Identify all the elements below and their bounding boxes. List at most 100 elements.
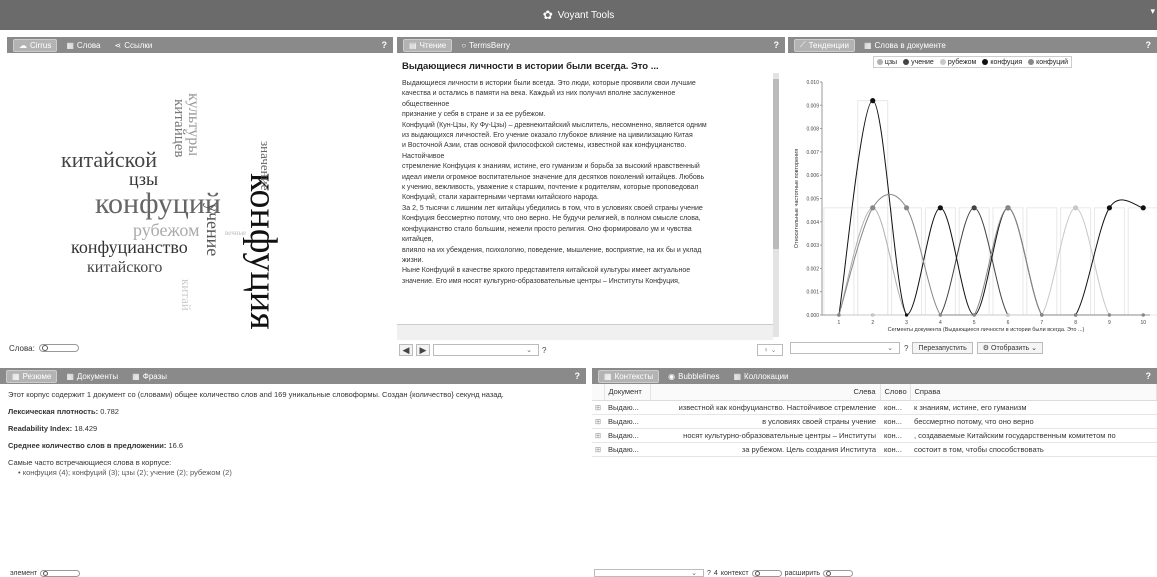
cloud-word[interactable]: рубежом [133,220,199,240]
table-row[interactable]: ⊞ Выдаю... известной как конфуцианство. … [592,400,1157,415]
tab-label: Контексты [614,371,654,381]
tab-phrases[interactable]: ▦ Фразы [127,370,172,383]
context-slider[interactable] [751,569,782,577]
cell-word: кон... [880,414,910,429]
column-header-left[interactable]: Слева [650,384,881,401]
expand-icon[interactable]: ⊞ [592,428,604,443]
help-button[interactable]: ? [1146,40,1152,50]
cloud-word[interactable]: китайского [87,259,162,276]
display-button[interactable]: ⚙ Отобразить ⌄ [976,342,1043,354]
search-select[interactable]: ⌄ [433,344,539,356]
prev-button[interactable]: ◀ [399,344,413,356]
expand-slider[interactable] [823,569,854,577]
tab-doc-words[interactable]: ▦ Слова в документе [859,39,951,52]
search-select[interactable]: ⌄ [594,569,704,577]
table-header-row: Документ Слева Слово Справа [592,384,1157,401]
tab-documents[interactable]: ▦ Документы [61,370,123,383]
slider-knob[interactable] [754,570,760,576]
help-button[interactable]: ? [382,40,388,50]
y-tick-label: 0.005 [806,197,819,203]
menu-dots-icon[interactable]: ▾ [1150,6,1155,17]
reader-body: Выдающиеся личности в истории были всегд… [397,53,785,340]
word-cloud-svg: конфуция конфуций китайской конфуцианств… [61,93,284,330]
slider-knob[interactable] [826,570,832,576]
cloud-word[interactable]: конфуция [242,173,284,330]
legend-label: конфуций [1036,58,1069,66]
tab-termsberry[interactable]: ○ TermsBerry [456,39,515,52]
help-button[interactable]: ? [774,40,780,50]
y-tick-label: 0.010 [806,80,819,86]
tab-cirrus[interactable]: ☁ Cirrus [13,38,58,52]
items-slider[interactable] [40,569,81,577]
cloud-word[interactable]: китайцев [171,99,187,158]
circle-icon: ○ [461,40,467,50]
x-tick-label: 10 [1140,320,1146,326]
table-row[interactable]: ⊞ Выдаю... носят культурно-образовательн… [592,428,1157,443]
cloud-word[interactable]: цзы [129,169,158,189]
slider-knob[interactable] [43,570,49,576]
cloud-icon: ☁ [19,40,27,50]
table-icon: ▦ [604,371,612,381]
help-button[interactable]: ? [542,346,546,355]
data-point [903,205,910,211]
column-header-word[interactable]: Слово [880,384,911,401]
legend-item[interactable]: конфуций [1028,59,1068,66]
frequent-words[interactable]: конфуция (4); конфуций (3); цзы (2); уче… [18,468,578,478]
table-row[interactable]: ⊞ Выдаю... за рубежом. Цель создания Инс… [592,442,1157,457]
tab-label: Документы [76,371,119,381]
avg-label: Среднее количество слов в предложении: [8,441,167,450]
options-select[interactable]: ♀ ⌄ [757,344,783,356]
cloud-word[interactable]: конфуций [95,187,221,220]
cloud-word[interactable]: конфуцианство [71,237,188,257]
readability-value: 18.429 [74,424,98,433]
tab-reader[interactable]: ▤ Чтение [403,38,453,52]
chart-legend: цзы учение рубежом конфуция конфуций [872,56,1073,68]
display-label: Отобразить [991,344,1030,352]
legend-item[interactable]: цзы [876,59,897,66]
readability-label: Readability Index: [8,424,73,433]
tab-contexts[interactable]: ▦ Контексты [598,369,660,383]
cell-doc: Выдаю... [604,442,650,457]
cloud-word[interactable]: китай [179,279,194,311]
avg-row: Среднее количество слов в предложении: 1… [8,441,578,451]
tab-label: Bubblelines [678,371,720,381]
table-row[interactable]: ⊞ Выдаю... в условиях своей страны учени… [592,414,1157,429]
data-point [1140,205,1146,211]
legend-item[interactable]: рубежом [939,59,976,66]
y-tick-label: 0.006 [806,173,819,179]
tab-links[interactable]: ⋖ Ссылки [110,39,158,52]
reader-position-strip[interactable] [397,324,773,340]
expand-icon[interactable]: ⊞ [592,400,604,415]
data-point [870,205,876,211]
app-title-wrap[interactable]: ✿ Voyant Tools [543,8,615,22]
cloud-word[interactable]: учение [203,203,223,256]
legend-item[interactable]: учение [903,59,934,66]
reset-button[interactable]: Перезапустить [912,342,973,354]
tab-trends[interactable]: ⟋ Тенденции [794,38,855,52]
tab-collocations[interactable]: ▦ Коллокации [728,370,793,383]
cell-left: за рубежом. Цель создания Института [650,442,880,457]
expand-icon[interactable]: ⊞ [592,442,604,457]
expand-icon[interactable]: ⊞ [592,414,604,429]
help-button[interactable]: ? [707,570,711,577]
tab-label: Ссылки [124,40,153,50]
words-slider[interactable] [38,344,79,352]
help-button[interactable]: ? [904,344,908,353]
tab-words[interactable]: ▦ Слова [61,39,105,52]
legend-item[interactable]: конфуция [982,59,1022,66]
cloud-word[interactable]: значение [258,141,273,191]
scrollbar-thumb[interactable] [773,79,779,249]
tab-summary[interactable]: ▦ Резюме [6,369,58,383]
column-header-right[interactable]: Справа [910,384,1157,401]
help-button[interactable]: ? [575,371,581,381]
reader-scrollbar[interactable] [773,73,779,337]
column-header-doc[interactable]: Документ [604,384,651,401]
cell-right: , создаваемые Китайским государственным … [910,428,1157,443]
search-select[interactable]: ⌄ [790,342,900,354]
slider-knob[interactable] [41,345,48,351]
help-button[interactable]: ? [1146,371,1152,381]
cloud-word[interactable]: вечные [225,229,246,237]
next-button[interactable]: ▶ [416,344,430,356]
tab-bubblelines[interactable]: ◉ Bubblelines [663,370,724,383]
cell-word: кон... [880,400,910,415]
